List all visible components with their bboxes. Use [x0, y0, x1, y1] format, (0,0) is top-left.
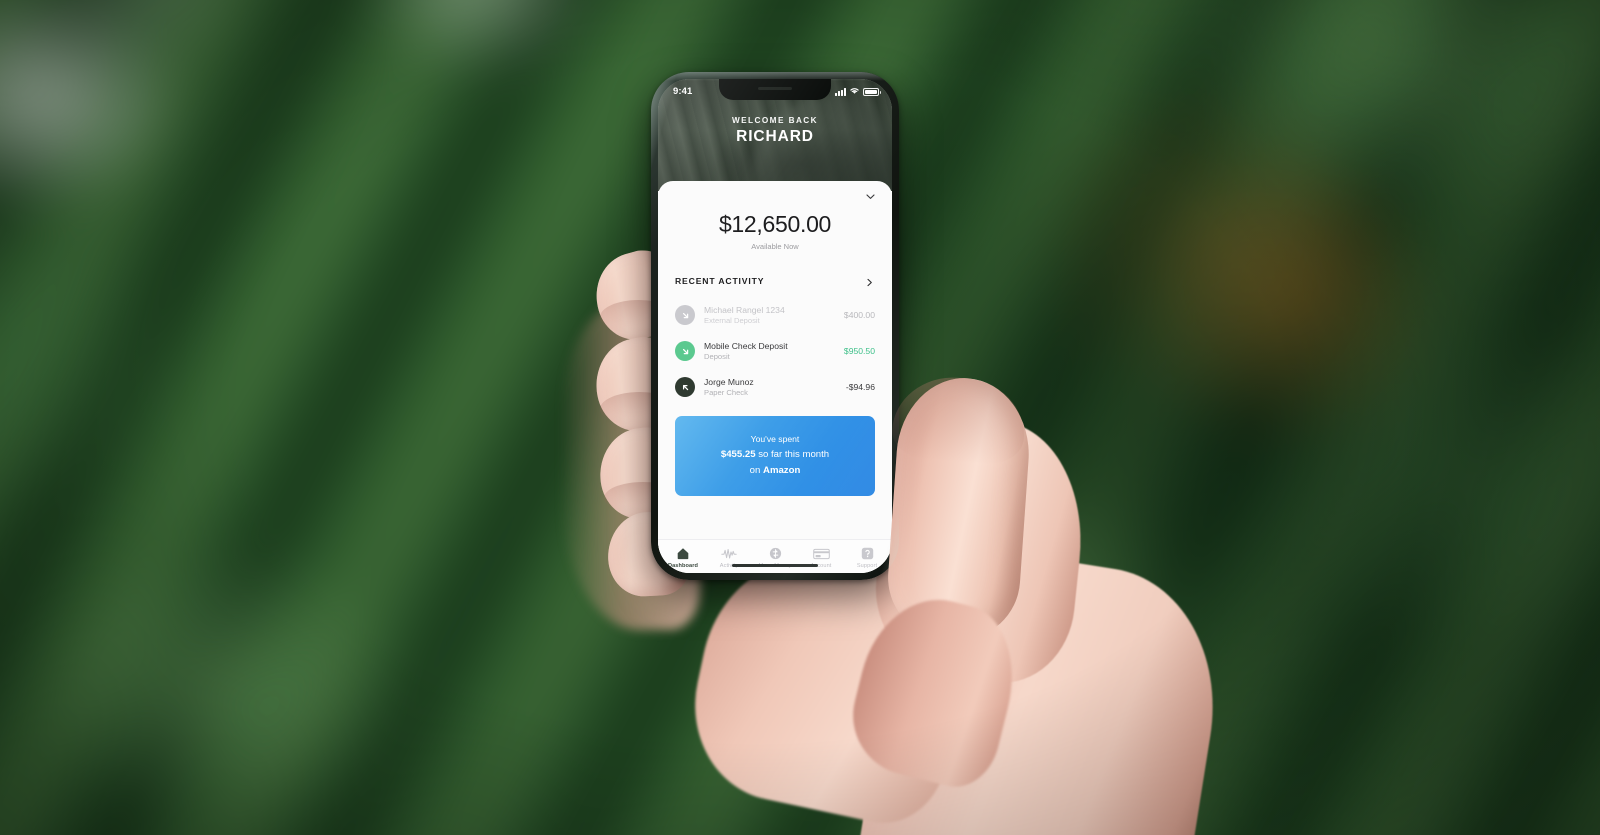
- transaction-subtitle: External Deposit: [704, 315, 760, 325]
- cellular-signal-icon: [835, 87, 846, 96]
- arrow-down-right-icon: [675, 341, 695, 362]
- promo-line-1: You've spent: [750, 434, 800, 445]
- arrow-down-right-icon: [675, 305, 695, 326]
- home-indicator-bar: [732, 563, 818, 567]
- pulse-icon: [721, 547, 737, 561]
- welcome-block: WELCOME BACK RICHARD: [658, 116, 892, 146]
- home-icon: [676, 547, 690, 561]
- balance-caption: Available Now: [751, 242, 799, 251]
- promo-line-2-rest: so far this month: [755, 449, 830, 461]
- balance-card: $12,650.00 Available Now: [658, 181, 892, 275]
- help-icon: [861, 547, 874, 561]
- chevron-down-icon[interactable]: [864, 190, 877, 203]
- promo-line-2: $455.25 so far this month: [687, 447, 863, 463]
- transaction-name: Jorge Munoz: [704, 376, 754, 387]
- tab-label: Dashboard: [667, 563, 699, 569]
- transaction-row[interactable]: Jorge Munoz Paper Check -$94.96: [675, 369, 875, 405]
- credit-card-icon: [812, 547, 830, 561]
- tab-dashboard[interactable]: Dashboard: [660, 547, 706, 569]
- content-sheet: $12,650.00 Available Now RECENT ACTIVITY…: [658, 181, 892, 573]
- tab-support[interactable]: Support: [844, 547, 890, 569]
- earpiece-speaker: [758, 87, 792, 90]
- promo-line-3: on Amazon: [687, 463, 863, 479]
- tab-label: Support: [856, 563, 878, 569]
- transaction-details: Jorge Munoz Paper Check: [704, 377, 837, 398]
- transaction-details: Mobile Check Deposit Deposit: [704, 341, 835, 362]
- phone-screen: 9:41 WELCOME BACK RICHARD $12,650.00 Ava…: [658, 79, 892, 573]
- spend-promo-banner[interactable]: You've spent $455.25 so far this month o…: [675, 416, 875, 497]
- transaction-name: Michael Rangel 1234: [704, 304, 785, 315]
- status-time: 9:41: [673, 86, 693, 97]
- notch: [719, 79, 831, 100]
- wifi-icon: [849, 86, 860, 98]
- smartphone-device: 9:41 WELCOME BACK RICHARD $12,650.00 Ava…: [651, 72, 899, 580]
- bottom-tab-bar: DashboardActivityMove MoneyAccountSuppor…: [658, 538, 892, 573]
- status-indicators: [835, 86, 881, 98]
- transaction-amount: -$94.96: [845, 382, 875, 393]
- transaction-subtitle: Paper Check: [704, 387, 748, 397]
- scene-root: 9:41 WELCOME BACK RICHARD $12,650.00 Ava…: [0, 0, 1600, 835]
- promo-merchant: Amazon: [763, 464, 801, 476]
- transaction-row[interactable]: Mobile Check Deposit Deposit $950.50: [675, 333, 875, 369]
- transaction-amount: $400.00: [843, 310, 875, 321]
- welcome-label: WELCOME BACK: [731, 116, 819, 125]
- transaction-name: Mobile Check Deposit: [704, 340, 788, 351]
- promo-line-3-prefix: on: [749, 464, 764, 476]
- transaction-subtitle: Deposit: [704, 351, 730, 361]
- transaction-details: Michael Rangel 1234 External Deposit: [704, 305, 835, 326]
- arrow-up-left-icon: [675, 377, 695, 398]
- recent-activity-section: RECENT ACTIVITY Michael Rangel 1234 Exter…: [658, 275, 892, 405]
- recent-activity-header[interactable]: RECENT ACTIVITY: [675, 275, 875, 297]
- user-name: RICHARD: [736, 128, 814, 145]
- chevron-right-icon[interactable]: [864, 275, 875, 287]
- balance-amount: $12,650.00: [718, 211, 832, 237]
- battery-icon: [863, 87, 881, 96]
- transaction-row[interactable]: Michael Rangel 1234 External Deposit $400.…: [675, 297, 875, 333]
- transfer-icon: [769, 547, 782, 561]
- transaction-list: Michael Rangel 1234 External Deposit $400.…: [675, 297, 875, 405]
- transaction-amount: $950.50: [843, 346, 875, 357]
- recent-activity-title: RECENT ACTIVITY: [675, 275, 765, 286]
- promo-amount: $455.25: [720, 449, 756, 461]
